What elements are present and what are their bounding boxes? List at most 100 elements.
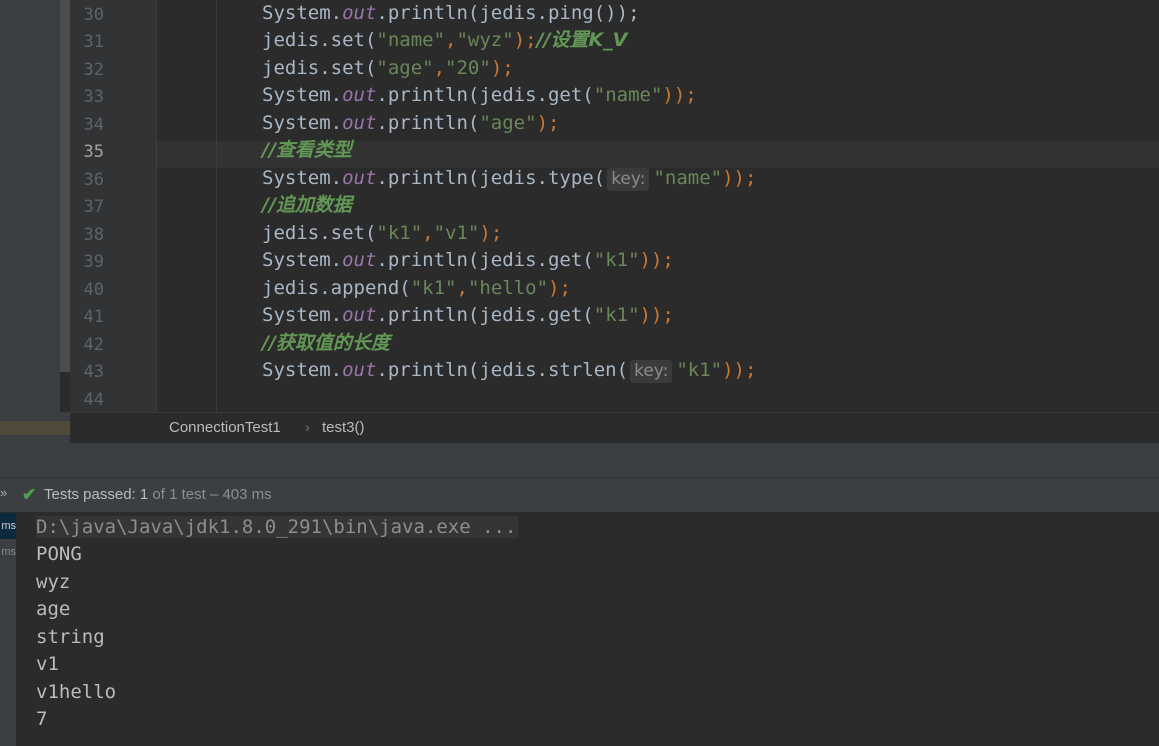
code-line[interactable]: //获取值的长度	[262, 330, 390, 357]
code-token: );	[490, 56, 514, 79]
code-token: );	[479, 221, 503, 244]
code-token: "20"	[445, 56, 491, 79]
console-line: wyz	[36, 570, 71, 593]
console-line: v1	[36, 653, 59, 675]
code-token: ));	[639, 304, 674, 326]
code-line[interactable]: //查看类型	[262, 137, 352, 164]
line-number: 30	[83, 4, 104, 25]
breadcrumb-method[interactable]: test3()	[322, 419, 365, 436]
breadcrumb-class[interactable]: ConnectionTest1	[169, 419, 281, 436]
console-line: PONG	[36, 543, 82, 565]
code-comment: //追加数据	[262, 194, 352, 216]
code-line[interactable]: System.out.println(jedis.get("k1"));	[262, 247, 674, 274]
test-status-text: Tests passed: 1 of 1 test – 403 ms	[44, 486, 272, 503]
code-token: out	[342, 84, 377, 106]
line-number: 36	[83, 169, 104, 190]
code-line[interactable]: System.out.println(jedis.ping());	[262, 0, 640, 27]
code-token: .println(	[376, 111, 480, 134]
code-token: "name"	[593, 84, 663, 106]
code-line[interactable]: System.out.println("age");	[262, 110, 559, 137]
code-line[interactable]: //追加数据	[262, 192, 352, 219]
line-number: 41	[83, 307, 104, 327]
console-line: age	[36, 598, 71, 620]
line-number: 42	[83, 334, 104, 355]
code-token: .println(jedis.ping());	[376, 1, 640, 24]
code-line[interactable]: System.out.println(jedis.get("name"));	[262, 82, 697, 109]
code-token: .println(jedis.get(	[376, 304, 594, 326]
line-number: 35	[83, 142, 104, 162]
test-tree-item[interactable]: ms	[0, 513, 16, 539]
test-results-tree: ms ms	[0, 513, 16, 746]
code-line[interactable]: jedis.set("k1","v1");	[262, 220, 502, 247]
code-token: jedis.set(	[262, 56, 377, 79]
code-token: "k1"	[376, 221, 423, 244]
code-token: out	[342, 111, 377, 134]
code-token: "name"	[376, 29, 446, 51]
code-editor[interactable]: 30 31 32 33 34 35 36 37 38 39 40 41 42 43 44 System.ou…	[0, 0, 1159, 412]
code-line[interactable]: jedis.set("name","wyz");//设置K_V	[262, 27, 627, 54]
line-number: 32	[83, 59, 104, 80]
code-token: System.	[262, 166, 343, 189]
code-token: );	[548, 276, 571, 299]
more-icon[interactable]: »	[0, 485, 7, 500]
code-line[interactable]: System.out.println(jedis.strlen(key: "k1"…	[262, 357, 756, 384]
code-token: out	[342, 304, 377, 326]
line-number-gutter: 30 31 32 33 34 35 36 37 38 39 40 41 42 43 44	[70, 0, 157, 412]
code-token: ,	[422, 221, 434, 244]
param-hint: key:	[607, 167, 650, 191]
code-comment: //查看类型	[262, 139, 352, 161]
breadcrumb-separator: ›	[305, 419, 310, 435]
code-line[interactable]: jedis.set("age","20");	[262, 55, 514, 82]
code-token: out	[342, 1, 377, 24]
code-token: jedis.set(	[262, 221, 377, 244]
breadcrumb: ConnectionTest1 › test3()	[0, 412, 1159, 444]
sidebar-scrollbar[interactable]	[60, 0, 70, 372]
status-count: 1	[139, 486, 149, 503]
code-token: ,	[445, 29, 457, 51]
console-output[interactable]: D:\java\Java\jdk1.8.0_291\bin\java.exe .…	[16, 513, 1159, 746]
code-token: ,	[456, 276, 468, 299]
project-sidebar-strip	[0, 0, 70, 412]
code-token: );	[536, 111, 560, 134]
code-line[interactable]: System.out.println(jedis.get("k1"));	[262, 302, 674, 329]
code-token: "age"	[479, 111, 537, 134]
code-token: ));	[639, 249, 674, 271]
code-token: System.	[262, 249, 343, 271]
code-line[interactable]: jedis.append("k1","hello");	[262, 275, 571, 302]
console-line: 7	[36, 708, 48, 730]
indent-guide	[216, 0, 217, 412]
code-token: "wyz"	[456, 29, 514, 51]
code-line[interactable]: System.out.println(jedis.type(key: "name"…	[262, 165, 756, 192]
code-token: "k1"	[676, 359, 723, 381]
code-token: "v1"	[433, 221, 480, 244]
code-token: System.	[262, 1, 343, 24]
line-number: 39	[83, 252, 104, 272]
code-token: System.	[262, 359, 343, 381]
code-token: System.	[262, 111, 343, 134]
breadcrumb-left-block	[0, 413, 70, 443]
code-token: out	[342, 166, 377, 189]
code-token: "hello"	[467, 276, 549, 299]
console-command-line: D:\java\Java\jdk1.8.0_291\bin\java.exe .…	[36, 514, 519, 541]
status-detail: of 1 test – 403 ms	[148, 486, 272, 503]
code-token: System.	[262, 84, 343, 106]
code-token: ));	[662, 84, 697, 106]
console-command[interactable]: D:\java\Java\jdk1.8.0_291\bin\java.exe .…	[36, 516, 519, 538]
code-token: jedis.append(	[262, 276, 411, 299]
code-token: "k1"	[410, 276, 457, 299]
code-token: .println(jedis.strlen(	[376, 359, 629, 381]
line-number: 40	[83, 279, 104, 300]
line-number: 33	[83, 87, 104, 107]
code-token: "age"	[376, 56, 434, 79]
code-token: .println(jedis.get(	[376, 84, 594, 106]
test-tree-item[interactable]: ms	[0, 539, 16, 565]
test-status-bar: » ✔ Tests passed: 1 of 1 test – 403 ms	[0, 478, 1159, 513]
code-comment: //获取值的长度	[262, 331, 390, 354]
console-line: v1hello	[36, 680, 117, 703]
line-number: 44	[83, 389, 104, 410]
code-token: );	[513, 29, 537, 51]
code-token: System.	[262, 304, 343, 326]
code-token: out	[342, 249, 377, 271]
code-token: .println(jedis.type(	[376, 166, 606, 189]
code-token: ,	[433, 56, 446, 79]
